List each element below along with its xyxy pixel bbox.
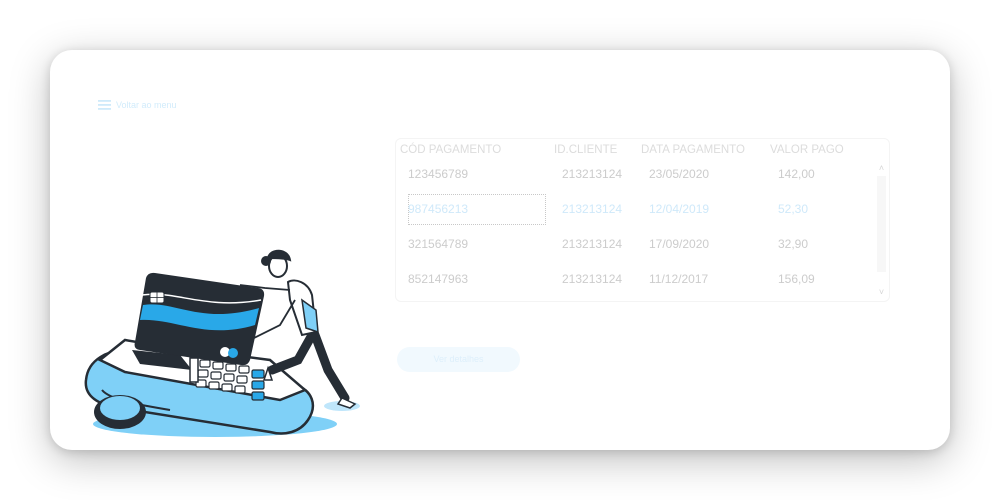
payments-table: CÓD PAGAMENTO ID.CLIENTE DATA PAGAMENTO … [395, 138, 890, 302]
main-card: Voltar ao menu CÓD PAGAMENTO ID.CLIENTE … [50, 50, 950, 450]
cell-valor: 156,09 [778, 272, 815, 286]
cell-valor: 142,00 [778, 167, 815, 181]
details-button[interactable]: Ver detalhes [397, 347, 520, 372]
header-cod-pagamento: CÓD PAGAMENTO [400, 144, 502, 156]
cell-data: 23/05/2020 [649, 167, 710, 181]
header-id-cliente: ID.CLIENTE [554, 144, 618, 156]
cell-cliente: 213213124 [562, 167, 623, 181]
cell-cod: 987456213 [408, 202, 469, 216]
cell-data: 11/12/2017 [649, 272, 709, 286]
back-to-menu-button[interactable]: Voltar ao menu [98, 98, 177, 112]
header-valor-pago: VALOR PAGO [770, 144, 844, 156]
cell-data: 17/09/2020 [649, 237, 710, 251]
payment-terminal-illustration [84, 249, 360, 437]
cell-data: 12/04/2019 [649, 202, 710, 216]
table-row[interactable]: 123456789 213213124 23/05/2020 142,00 [396, 157, 874, 192]
cell-valor: 32,90 [778, 237, 809, 251]
cell-cod: 852147963 [408, 272, 469, 286]
hamburger-icon [98, 100, 111, 110]
cell-cod: 123456789 [408, 167, 469, 181]
cell-cliente: 213213124 [562, 237, 623, 251]
table-scrollbar[interactable]: ˄ ˅ [874, 161, 889, 299]
table-row[interactable]: 852147963 213213124 11/12/2017 156,09 [396, 262, 874, 297]
back-to-menu-label: Voltar ao menu [116, 100, 177, 110]
table-row-selected[interactable]: 987456213 213213124 12/04/2019 52,30 [396, 192, 874, 227]
chevron-up-icon[interactable]: ˄ [874, 161, 889, 175]
chevron-down-icon[interactable]: ˅ [874, 285, 889, 299]
header-data-pagamento: DATA PAGAMENTO [641, 144, 745, 156]
cell-cliente: 213213124 [562, 272, 623, 286]
scrollbar-track[interactable] [877, 176, 886, 272]
table-row[interactable]: 321564789 213213124 17/09/2020 32,90 [396, 227, 874, 262]
cell-cod: 321564789 [408, 237, 469, 251]
cell-cliente: 213213124 [562, 202, 623, 216]
cell-valor: 52,30 [778, 202, 809, 216]
